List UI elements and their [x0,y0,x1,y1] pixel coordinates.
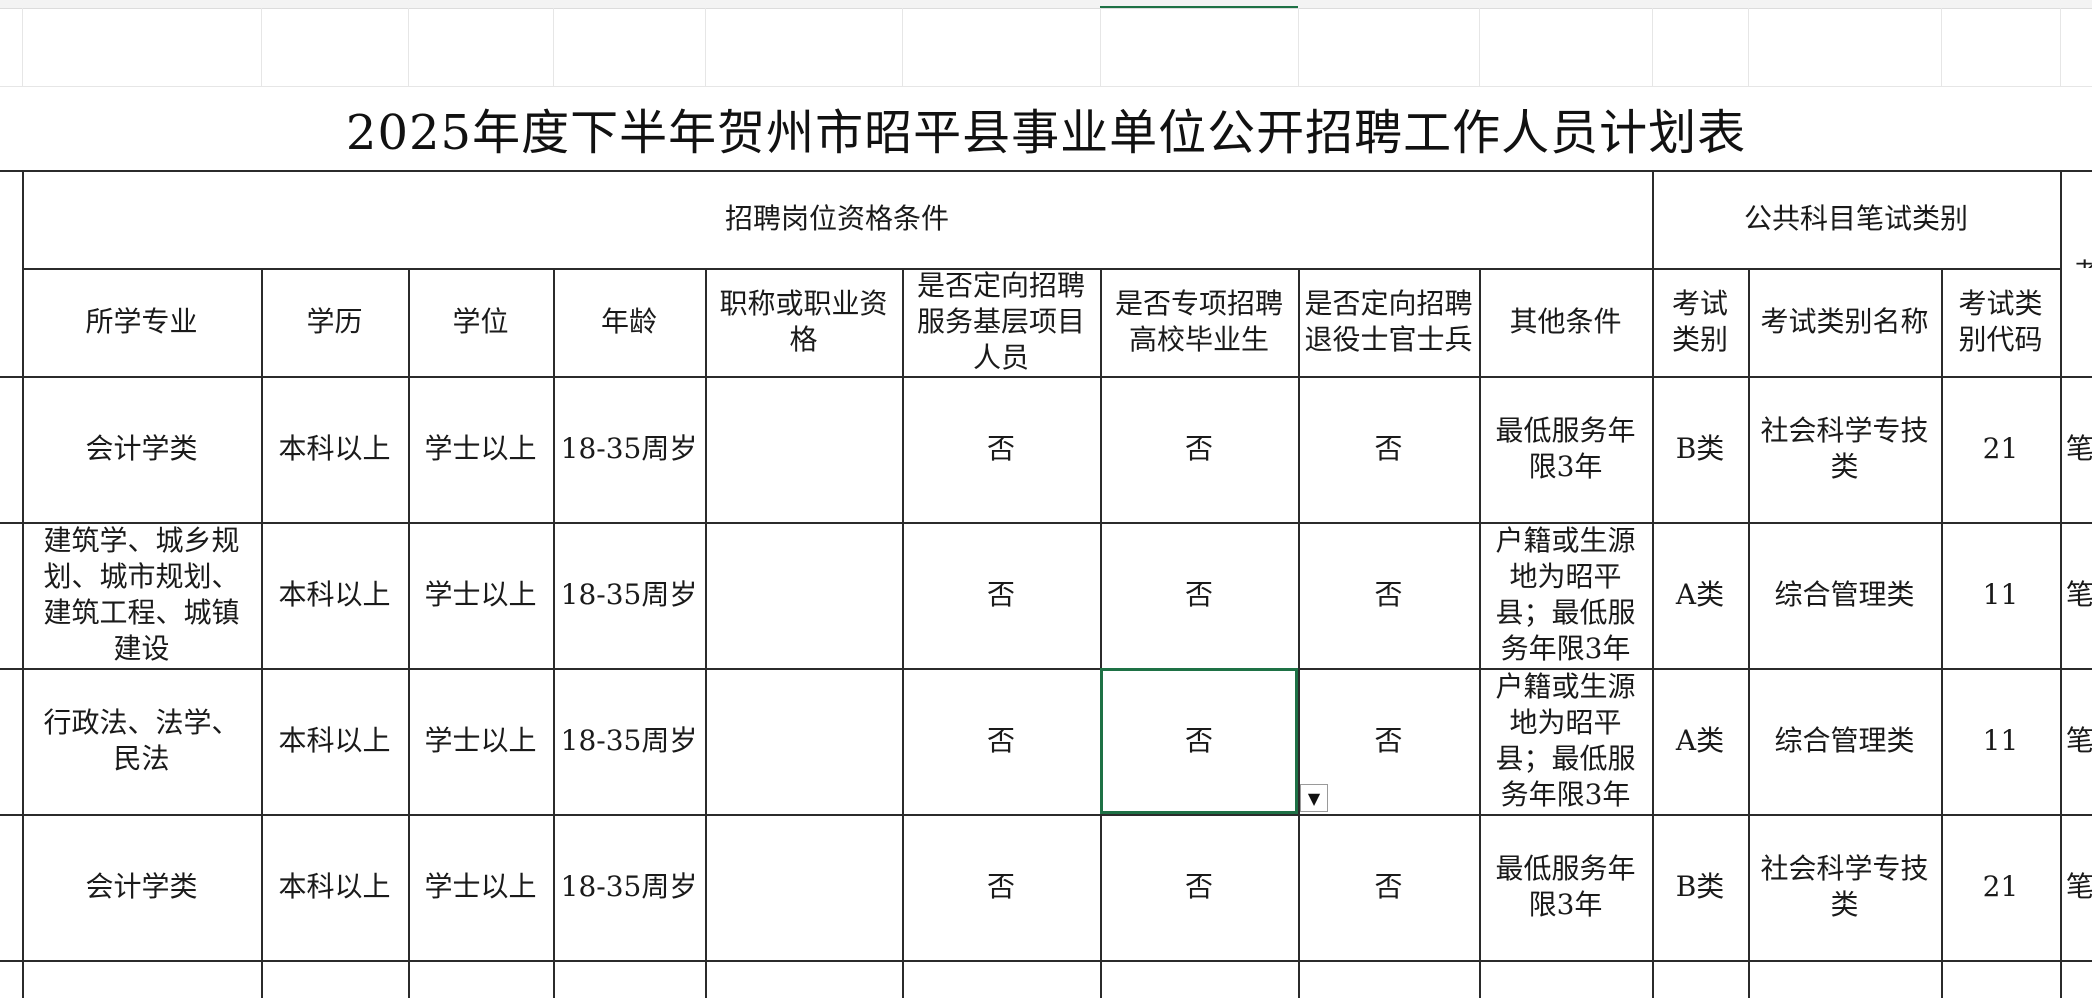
cell-exam-code[interactable]: 11 [1941,522,2060,668]
cell-graduates[interactable]: 否 [1100,522,1298,668]
cell-title-cert[interactable] [705,668,902,814]
cell-major[interactable]: 建筑学、城乡规划、城市规划、建筑工程、城镇建设 [22,522,261,668]
cell-age[interactable]: 18-35周岁 [553,522,705,668]
col-header-grassroots[interactable]: 是否定向招聘服务基层项目人员 [902,268,1100,376]
cell-grassroots[interactable]: 否 [902,522,1100,668]
cell-title-cert[interactable] [705,376,902,522]
cell-education[interactable]: 本科以上 [261,814,408,960]
cell-clipped[interactable]: 笔 [2060,668,2092,814]
col-header-veterans[interactable]: 是否定向招聘退役士官士兵 [1298,268,1479,376]
cell-age[interactable]: 18-35周岁 [553,814,705,960]
cell-veterans[interactable]: 否 [1298,522,1479,668]
group-header-written-exam[interactable]: 公共科目笔试类别 [1652,170,2060,268]
cell-exam-type[interactable]: B类 [1652,814,1748,960]
cell-clipped[interactable]: 笔 [2060,376,2092,522]
cell-exam-code[interactable]: 21 [1941,814,2060,960]
col-header-title-cert[interactable]: 职称或职业资格 [705,268,902,376]
cell-graduates[interactable]: 否 [1100,814,1298,960]
dropdown-arrow-icon: ▼ [1307,788,1321,808]
col-header-degree[interactable]: 学位 [408,268,553,376]
cell-exam-name[interactable]: 综合管理类 [1748,668,1941,814]
group-header-clipped[interactable]: 考 [2060,170,2092,268]
cell-exam-code[interactable]: 21 [1941,376,2060,522]
cell-title-cert[interactable] [705,814,902,960]
cell-other[interactable]: 户籍或生源地为昭平县；最低服务年限3年 [1479,522,1652,668]
cell-education[interactable]: 本科以上 [261,522,408,668]
cell-exam-name[interactable]: 社会科学专技类 [1748,814,1941,960]
cell-exam-type[interactable]: A类 [1652,522,1748,668]
cell-clipped[interactable]: 笔 [2060,522,2092,668]
cell-degree[interactable]: 学士以上 [408,522,553,668]
cell-exam-code[interactable]: 11 [1941,668,2060,814]
col-header-other[interactable]: 其他条件 [1479,268,1652,376]
sheet-title[interactable]: 2025年度下半年贺州市昭平县事业单位公开招聘工作人员计划表 [0,86,2092,170]
cell-graduates[interactable]: 否 [1100,376,1298,522]
cell-graduates[interactable]: 否 [1100,668,1298,814]
cell-exam-name[interactable]: 社会科学专技类 [1748,376,1941,522]
col-header-exam-code[interactable]: 考试类别代码 [1941,268,2060,376]
cell-other[interactable]: 最低服务年限3年 [1479,814,1652,960]
cell-title-cert[interactable] [705,522,902,668]
col-header-exam-name[interactable]: 考试类别名称 [1748,268,1941,376]
cell-veterans[interactable]: 否 [1298,814,1479,960]
cell-education[interactable]: 本科以上 [261,376,408,522]
cell-degree[interactable]: 学士以上 [408,668,553,814]
group-header-qualifications[interactable]: 招聘岗位资格条件 [22,170,1652,268]
empty-spreadsheet-row[interactable] [0,8,2092,87]
cell-other[interactable]: 户籍或生源地为昭平县；最低服务年限3年 [1479,668,1652,814]
cell-other[interactable]: 最低服务年限3年 [1479,376,1652,522]
col-header-major[interactable]: 所学专业 [22,268,261,376]
cell-veterans[interactable]: 否 [1298,376,1479,522]
cell-major[interactable]: 会计学类 [22,376,261,522]
cell-degree[interactable]: 学士以上 [408,814,553,960]
cell-exam-type[interactable]: B类 [1652,376,1748,522]
cell-major[interactable]: 行政法、法学、民法 [22,668,261,814]
cell-grassroots[interactable]: 否 [902,814,1100,960]
col-header-age[interactable]: 年龄 [553,268,705,376]
cell-grassroots[interactable]: 否 [902,376,1100,522]
cell-age[interactable]: 18-35周岁 [553,668,705,814]
cell-age[interactable]: 18-35周岁 [553,376,705,522]
cell-degree[interactable]: 学士以上 [408,376,553,522]
cell-major[interactable]: 会计学类 [22,814,261,960]
cell-exam-name[interactable]: 综合管理类 [1748,522,1941,668]
col-header-education[interactable]: 学历 [261,268,408,376]
col-header-graduates[interactable]: 是否专项招聘高校毕业生 [1100,268,1298,376]
col-header-exam-type[interactable]: 考试类别 [1652,268,1748,376]
cell-exam-type[interactable]: A类 [1652,668,1748,814]
cell-education[interactable]: 本科以上 [261,668,408,814]
cell-clipped[interactable]: 笔 [2060,814,2092,960]
cell-grassroots[interactable]: 否 [902,668,1100,814]
cell-dropdown-button[interactable]: ▼ [1300,784,1328,812]
